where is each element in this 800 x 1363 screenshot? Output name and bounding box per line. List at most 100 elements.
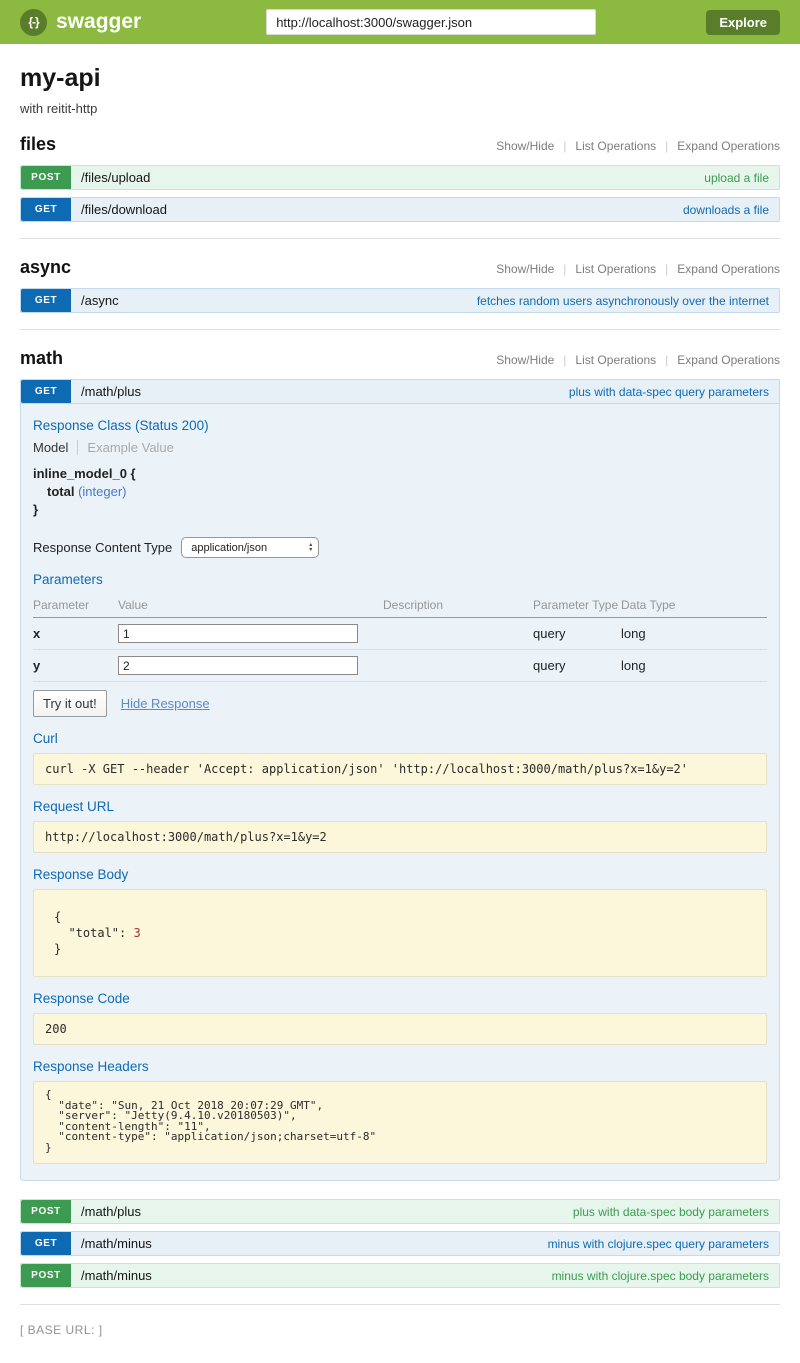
section-controls: Show/Hide | List Operations | Expand Ope… xyxy=(496,139,780,153)
section-controls: Show/Hide | List Operations | Expand Ope… xyxy=(496,353,780,367)
param-type: query xyxy=(533,618,621,650)
content: my-api with reitit-http files Show/Hide … xyxy=(0,64,800,1337)
request-url-value: http://localhost:3000/math/plus?x=1&y=2 xyxy=(33,821,767,853)
endpoint-path[interactable]: /async xyxy=(81,293,119,308)
api-title: my-api xyxy=(20,64,780,93)
method-badge: POST xyxy=(21,1264,71,1287)
explore-button[interactable]: Explore xyxy=(706,10,780,35)
api-subtitle: with reitit-http xyxy=(20,101,780,116)
param-name: x xyxy=(33,618,118,650)
parameters-heading: Parameters xyxy=(33,572,767,587)
endpoint-path[interactable]: /math/minus xyxy=(81,1236,152,1251)
section-title-math[interactable]: math xyxy=(20,348,63,369)
response-body-heading: Response Body xyxy=(33,867,767,882)
swagger-logo-icon: {-} xyxy=(20,9,47,36)
endpoint-row-post-math-plus[interactable]: POST /math/plus plus with data-spec body… xyxy=(20,1199,780,1224)
request-url-heading: Request URL xyxy=(33,799,767,814)
section-title-async[interactable]: async xyxy=(20,257,71,278)
endpoint-row-post-files-upload[interactable]: POST /files/upload upload a file xyxy=(20,165,780,190)
response-content-type-label: Response Content Type xyxy=(33,540,172,555)
operation-panel: Response Class (Status 200) ModelExample… xyxy=(20,404,780,1181)
endpoint-path[interactable]: /math/plus xyxy=(81,384,141,399)
response-code-value: 200 xyxy=(33,1013,767,1045)
show-hide-link[interactable]: Show/Hide xyxy=(496,262,554,276)
col-value: Value xyxy=(118,594,383,618)
response-body-number: 3 xyxy=(133,926,140,940)
separator: | xyxy=(665,262,668,276)
response-code-heading: Response Code xyxy=(33,991,767,1006)
tab-model[interactable]: Model xyxy=(33,440,77,455)
swagger-url-input[interactable] xyxy=(266,9,596,35)
show-hide-link[interactable]: Show/Hide xyxy=(496,139,554,153)
param-description xyxy=(383,618,533,650)
endpoint-path[interactable]: /files/download xyxy=(81,202,167,217)
col-parameter: Parameter xyxy=(33,594,118,618)
model-open-line: inline_model_0 { xyxy=(33,465,767,483)
show-hide-link[interactable]: Show/Hide xyxy=(496,353,554,367)
endpoint-summary[interactable]: minus with clojure.spec query parameters xyxy=(548,1237,769,1251)
endpoint-row-get-files-download[interactable]: GET /files/download downloads a file xyxy=(20,197,780,222)
separator: | xyxy=(665,139,668,153)
section-async: async Show/Hide | List Operations | Expa… xyxy=(20,257,780,330)
endpoint-path[interactable]: /files/upload xyxy=(81,170,150,185)
col-data-type: Data Type xyxy=(621,594,767,618)
endpoint-row-get-math-plus[interactable]: GET /math/plus plus with data-spec query… xyxy=(20,379,780,404)
param-data-type: long xyxy=(621,650,767,682)
section-title-files[interactable]: files xyxy=(20,134,56,155)
response-content-type-select[interactable]: application/json ▴▾ xyxy=(181,537,319,558)
param-description xyxy=(383,650,533,682)
logo-text: swagger xyxy=(56,10,141,34)
method-badge: GET xyxy=(21,380,71,403)
try-it-out-button[interactable]: Try it out! xyxy=(33,690,107,717)
expand-operations-link[interactable]: Expand Operations xyxy=(677,262,780,276)
param-data-type: long xyxy=(621,618,767,650)
endpoint-path[interactable]: /math/minus xyxy=(81,1268,152,1283)
selected-content-type: application/json xyxy=(191,542,267,554)
topbar: {-} swagger Explore xyxy=(0,0,800,44)
model-prop-name: total xyxy=(47,484,74,499)
endpoint-summary[interactable]: upload a file xyxy=(704,171,769,185)
expand-operations-link[interactable]: Expand Operations xyxy=(677,353,780,367)
swagger-logo[interactable]: {-} swagger xyxy=(20,9,141,36)
param-x-input[interactable] xyxy=(118,624,358,643)
section-controls: Show/Hide | List Operations | Expand Ope… xyxy=(496,262,780,276)
endpoint-row-post-math-minus[interactable]: POST /math/minus minus with clojure.spec… xyxy=(20,1263,780,1288)
method-badge: POST xyxy=(21,166,71,189)
param-row-y: y query long xyxy=(33,650,767,682)
col-description: Description xyxy=(383,594,533,618)
col-parameter-type: Parameter Type xyxy=(533,594,621,618)
endpoint-path[interactable]: /math/plus xyxy=(81,1204,141,1219)
model-close-line: } xyxy=(33,501,767,519)
parameters-table: Parameter Value Description Parameter Ty… xyxy=(33,594,767,682)
tab-example-value[interactable]: Example Value xyxy=(77,440,173,455)
endpoint-summary[interactable]: minus with clojure.spec body parameters xyxy=(552,1269,769,1283)
curl-command: curl -X GET --header 'Accept: applicatio… xyxy=(33,753,767,785)
select-updown-icon: ▴▾ xyxy=(309,543,312,553)
curl-heading: Curl xyxy=(33,731,767,746)
list-operations-link[interactable]: List Operations xyxy=(575,353,656,367)
param-name: y xyxy=(33,650,118,682)
expand-operations-link[interactable]: Expand Operations xyxy=(677,139,780,153)
response-headers-content: { "date": "Sun, 21 Oct 2018 20:07:29 GMT… xyxy=(33,1081,767,1164)
method-badge: POST xyxy=(21,1200,71,1223)
section-files: files Show/Hide | List Operations | Expa… xyxy=(20,134,780,239)
endpoint-row-get-math-minus[interactable]: GET /math/minus minus with clojure.spec … xyxy=(20,1231,780,1256)
section-math: math Show/Hide | List Operations | Expan… xyxy=(20,348,780,1305)
response-headers-heading: Response Headers xyxy=(33,1059,767,1074)
endpoint-summary[interactable]: plus with data-spec query parameters xyxy=(569,385,769,399)
hide-response-link[interactable]: Hide Response xyxy=(121,696,210,711)
endpoint-summary[interactable]: downloads a file xyxy=(683,203,769,217)
endpoint-row-get-async[interactable]: GET /async fetches random users asynchro… xyxy=(20,288,780,313)
separator: | xyxy=(563,262,566,276)
model-tabs: ModelExample Value xyxy=(33,440,767,455)
list-operations-link[interactable]: List Operations xyxy=(575,262,656,276)
operation-get-math-plus: GET /math/plus plus with data-spec query… xyxy=(20,379,780,1181)
param-y-input[interactable] xyxy=(118,656,358,675)
separator: | xyxy=(563,139,566,153)
base-url-footer: [ BASE URL: ] xyxy=(20,1323,780,1337)
response-class-heading: Response Class (Status 200) xyxy=(33,418,767,433)
list-operations-link[interactable]: List Operations xyxy=(575,139,656,153)
endpoint-summary[interactable]: fetches random users asynchronously over… xyxy=(477,294,769,308)
param-row-x: x query long xyxy=(33,618,767,650)
endpoint-summary[interactable]: plus with data-spec body parameters xyxy=(573,1205,769,1219)
